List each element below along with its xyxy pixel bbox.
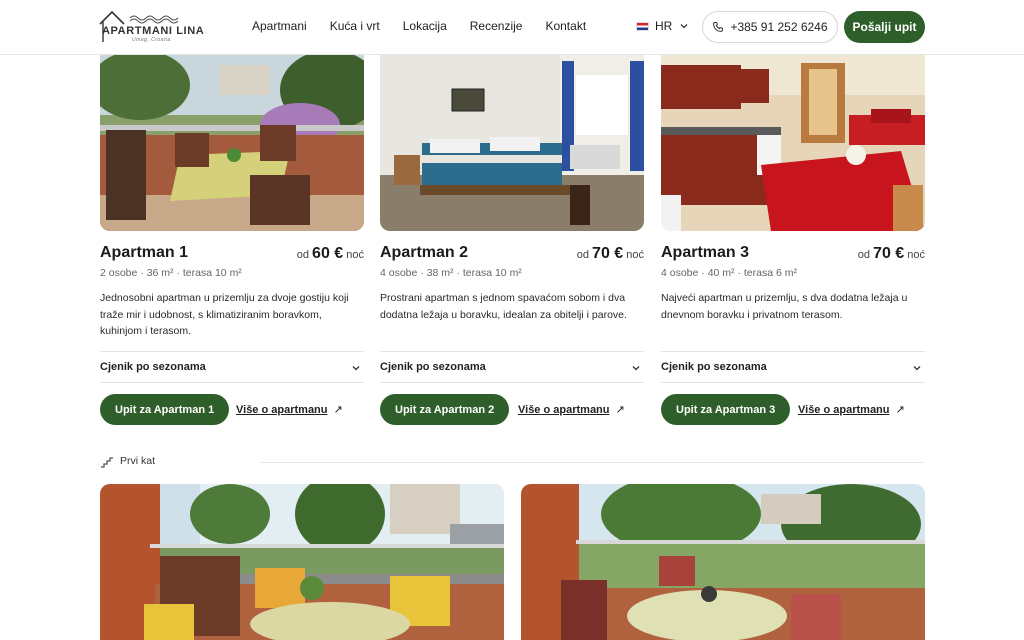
arrow-up-right-icon: ↗ [333, 404, 343, 416]
chevron-down-icon [352, 366, 360, 371]
language-code: HR [655, 19, 673, 33]
bedroom-image [380, 55, 644, 231]
terrace-garden-image [100, 55, 364, 231]
season-pricing-accordion[interactable]: Cjenik po sezonama [380, 351, 644, 383]
more-about-link[interactable]: Više o apartmanu ↗ [236, 403, 343, 416]
inquiry-button[interactable]: Upit za Apartman 3 [661, 394, 791, 425]
apartment-specs: 4 osobe · 38 m² · terasa 10 m² [380, 267, 522, 279]
season-pricing-accordion[interactable]: Cjenik po sezonama [661, 351, 925, 383]
site-header: APARTMANI LINA Umag, Croatia Apartmani K… [0, 0, 1024, 55]
language-selector[interactable]: HR [636, 19, 690, 33]
nav-item-apartmani[interactable]: Apartmani [252, 19, 307, 33]
nav-item-recenzije[interactable]: Recenzije [470, 19, 523, 33]
apartment-2-photo[interactable] [380, 55, 644, 231]
phone-number: +385 91 252 6246 [730, 20, 828, 34]
apartment-title: Apartman 1 [100, 244, 189, 261]
chevron-down-icon [632, 366, 640, 371]
kitchen-living-image [661, 55, 925, 231]
apartment-title: Apartman 3 [661, 244, 750, 261]
price: od 60 € noć [296, 245, 364, 262]
apartment-card-1: Apartman 1 od 60 € noć 2 osobe · 36 m² ·… [100, 55, 364, 425]
chevron-down-icon [913, 366, 921, 371]
apartment-description: Prostrani apartman s jednom spavaćom sob… [380, 292, 627, 321]
stairs-icon [101, 457, 113, 468]
season-pricing-label: Cjenik po sezonama [380, 361, 486, 373]
apartment-card-2: Apartman 2 od 70 € noć 4 osobe · 38 m² ·… [380, 55, 644, 425]
main-nav: Apartmani Kuća i vrt Lokacija Recenzije … [252, 19, 586, 33]
inquiry-button[interactable]: Upit za Apartman 1 [100, 394, 230, 425]
apartment-description: Jednosobni apartman u prizemlju za dvoje… [100, 292, 349, 337]
season-pricing-label: Cjenik po sezonama [661, 361, 767, 373]
more-about-link[interactable]: Više o apartmanu ↗ [518, 403, 625, 416]
floor-label: Prvi kat [120, 455, 156, 467]
phone-button[interactable]: +385 91 252 6246 [702, 11, 838, 43]
apartment-specs: 2 osobe · 36 m² · terasa 10 m² [100, 267, 242, 279]
arrow-up-right-icon: ↗ [895, 404, 905, 416]
nav-item-kuca-i-vrt[interactable]: Kuća i vrt [330, 19, 380, 33]
chevron-down-icon [680, 24, 688, 29]
send-inquiry-button[interactable]: Pošalji upit [844, 11, 925, 43]
balcony-garden-image [521, 484, 925, 640]
inquiry-button[interactable]: Upit za Apartman 2 [380, 394, 510, 425]
nav-item-lokacija[interactable]: Lokacija [403, 19, 447, 33]
apartment-card-3: Apartman 3 od 70 € noć 4 osobe · 40 m² ·… [661, 55, 925, 425]
more-about-link[interactable]: Više o apartmanu ↗ [798, 403, 905, 416]
apartment-4-photo[interactable] [100, 484, 504, 640]
price: od 70 € noć [576, 245, 644, 262]
season-pricing-accordion[interactable]: Cjenik po sezonama [100, 351, 364, 383]
nav-item-kontakt[interactable]: Kontakt [545, 19, 586, 33]
apartment-5-photo[interactable] [521, 484, 925, 640]
season-pricing-label: Cjenik po sezonama [100, 361, 206, 373]
divider [260, 462, 924, 463]
phone-icon [713, 22, 724, 32]
croatia-flag-icon [636, 21, 649, 31]
apartment-title: Apartman 2 [380, 244, 469, 261]
balcony-view-image [100, 484, 504, 640]
price: od 70 € noć [857, 245, 925, 262]
floor-section-header: Prvi kat [98, 455, 926, 469]
logo[interactable]: APARTMANI LINA Umag, Croatia [98, 8, 204, 46]
arrow-up-right-icon: ↗ [615, 404, 625, 416]
apartment-3-photo[interactable] [661, 55, 925, 231]
apartment-1-photo[interactable] [100, 55, 364, 231]
logo-name: APARTMANI LINA [102, 25, 205, 37]
apartment-specs: 4 osobe · 40 m² · terasa 6 m² [661, 267, 797, 279]
apartment-description: Najveći apartman u prizemlju, s dva doda… [661, 292, 908, 321]
logo-subtitle: Umag, Croatia [132, 37, 171, 43]
